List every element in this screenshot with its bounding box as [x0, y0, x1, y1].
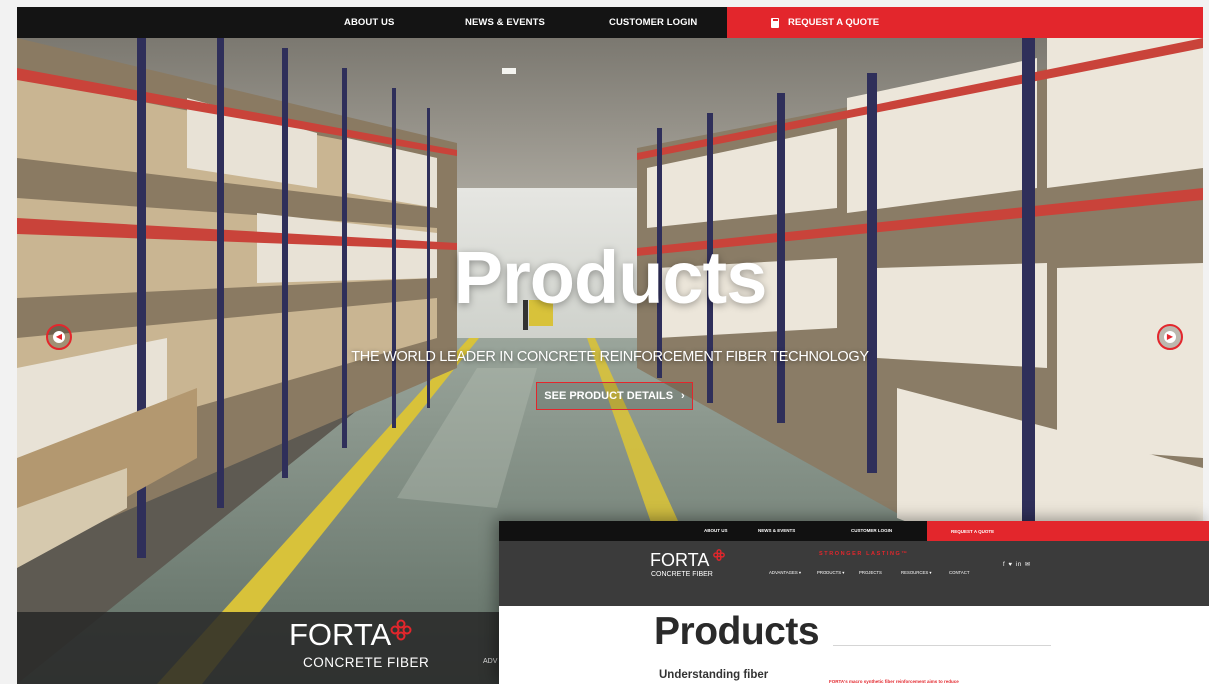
- inset-slogan: STRONGER LASTING™: [819, 551, 909, 557]
- menu-advantages-cut[interactable]: ADV: [483, 658, 497, 665]
- logo-flower-icon: [390, 619, 412, 641]
- inset-logo-wordmark: FORTA: [650, 550, 710, 570]
- carousel-prev-button[interactable]: ◀: [46, 324, 72, 350]
- see-product-details-button[interactable]: SEE PRODUCT DETAILS ›: [536, 382, 693, 410]
- inset-nav-news-events[interactable]: NEWS & EVENTS: [758, 528, 795, 533]
- inset-menu-advantages[interactable]: ADVANTAGES ▾: [769, 570, 801, 576]
- top-navigation-bar: ABOUT US NEWS & EVENTS CUSTOMER LOGIN RE…: [17, 7, 1203, 38]
- see-product-details-label: SEE PRODUCT DETAILS: [544, 390, 674, 402]
- inset-page-title: Products: [654, 610, 820, 653]
- inset-menu-resources[interactable]: RESOURCES ▾: [901, 570, 932, 576]
- inset-subheading: Understanding fiber: [659, 669, 769, 681]
- inset-nav-about-us[interactable]: ABOUT US: [704, 528, 728, 533]
- hero-subtitle: THE WORLD LEADER IN CONCRETE REINFORCEME…: [351, 349, 869, 365]
- hero-title: Products: [453, 236, 768, 319]
- nav-about-us[interactable]: ABOUT US: [344, 17, 394, 28]
- calculator-icon: [771, 17, 779, 28]
- request-quote-label: REQUEST A QUOTE: [788, 17, 880, 28]
- inset-menu-products[interactable]: PRODUCTS ▾: [817, 570, 844, 576]
- inset-screenshot: ABOUT US NEWS & EVENTS CUSTOMER LOGIN RE…: [499, 521, 1209, 684]
- nav-customer-login[interactable]: CUSTOMER LOGIN: [609, 17, 697, 28]
- inset-logo-flower-icon: [713, 549, 725, 561]
- inset-intro-text: FORTA's macro synthetic fiber reinforcem…: [829, 679, 959, 684]
- inset-forta-logo[interactable]: FORTA CONCRETE FIBER: [650, 551, 713, 578]
- inset-top-navigation-bar: ABOUT US NEWS & EVENTS CUSTOMER LOGIN RE…: [499, 521, 1209, 541]
- chevron-left-icon: ◀: [53, 331, 65, 343]
- inset-title-divider: [833, 645, 1051, 646]
- inset-logo-tagline: CONCRETE FIBER: [651, 571, 713, 578]
- inset-social-icons[interactable]: f ♥ in ✉: [1003, 561, 1031, 568]
- inset-menu-projects[interactable]: PROJECTS: [859, 570, 882, 575]
- inset-request-quote-label: REQUEST A QUOTE: [951, 528, 995, 534]
- request-quote-button[interactable]: REQUEST A QUOTE: [727, 7, 1203, 38]
- nav-news-events[interactable]: NEWS & EVENTS: [465, 17, 545, 28]
- logo-tagline: CONCRETE FIBER: [303, 655, 430, 670]
- inset-request-quote-button[interactable]: REQUEST A QUOTE: [927, 521, 1209, 541]
- inset-menu-contact[interactable]: CONTACT: [949, 570, 969, 575]
- chevron-right-icon: ›: [681, 390, 685, 402]
- chevron-right-icon: ▶: [1164, 331, 1176, 343]
- inset-nav-customer-login[interactable]: CUSTOMER LOGIN: [851, 528, 892, 533]
- carousel-next-button[interactable]: ▶: [1157, 324, 1183, 350]
